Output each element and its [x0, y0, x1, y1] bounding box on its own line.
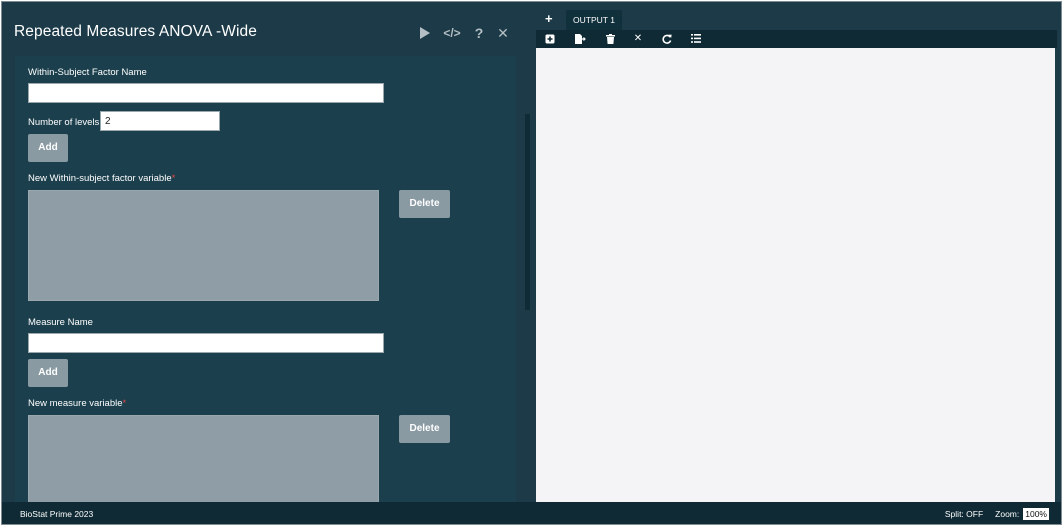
new-within-variable-label-text: New Within-subject factor variable [28, 173, 172, 184]
status-right: Split: OFF Zoom: 100% [945, 507, 1049, 521]
within-subject-factor-input[interactable] [28, 83, 384, 103]
delete-within-variable-button[interactable]: Delete [399, 190, 450, 218]
levels-label: Number of levels [28, 117, 100, 128]
add-tab-button[interactable]: + [545, 11, 553, 26]
delete-measure-variable-button[interactable]: Delete [399, 415, 450, 443]
tab-output-1[interactable]: OUTPUT 1 [566, 10, 622, 30]
panel-splitter[interactable] [525, 114, 530, 310]
status-bar: BioStat Prime 2023 Split: OFF Zoom: 100% [2, 502, 1061, 524]
app-name: BioStat Prime 2023 [20, 509, 94, 519]
new-within-variable-label: New Within-subject factor variable* [28, 173, 175, 184]
within-subject-factor-label: Within-Subject Factor Name [28, 67, 147, 78]
levels-input[interactable] [100, 111, 220, 131]
zoom-label: Zoom: [995, 509, 1020, 519]
output-canvas [536, 48, 1055, 502]
within-variable-list[interactable] [28, 190, 379, 301]
output-panel: + OUTPUT 1 ✕ [536, 8, 1057, 502]
measure-name-input[interactable] [28, 333, 384, 353]
code-icon[interactable]: </> [442, 24, 462, 42]
list-icon[interactable] [689, 31, 703, 46]
close-icon[interactable]: ✕ [631, 31, 645, 46]
help-icon[interactable]: ? [471, 24, 487, 42]
dialog-title: Repeated Measures ANOVA -Wide [14, 23, 257, 40]
new-measure-variable-label: New measure variable* [28, 398, 126, 409]
close-icon[interactable]: ✕ [495, 24, 511, 42]
add-measure-button[interactable]: Add [28, 359, 68, 387]
required-mark: * [122, 398, 127, 409]
required-mark: * [171, 173, 176, 184]
export-icon[interactable] [573, 31, 587, 46]
run-icon[interactable] [417, 24, 433, 42]
new-measure-variable-label-text: New measure variable [28, 398, 123, 409]
add-factor-button[interactable]: Add [28, 134, 68, 162]
output-tabs: + OUTPUT 1 [536, 8, 1057, 30]
dialog-panel: Repeated Measures ANOVA -Wide </> ? ✕ Wi… [2, 2, 530, 502]
add-box-icon[interactable] [543, 31, 557, 46]
dialog-body: Within-Subject Factor Name Number of lev… [15, 56, 516, 502]
measure-name-label: Measure Name [28, 317, 93, 328]
split-status[interactable]: Split: OFF [945, 509, 983, 519]
dialog-header: Repeated Measures ANOVA -Wide </> ? ✕ [2, 2, 530, 56]
refresh-icon[interactable] [660, 31, 674, 46]
measure-variable-list[interactable] [28, 415, 379, 502]
output-toolbar: ✕ [536, 30, 1057, 48]
app-window: Repeated Measures ANOVA -Wide </> ? ✕ Wi… [1, 1, 1062, 525]
zoom-value[interactable]: 100% [1023, 508, 1049, 520]
trash-icon[interactable] [603, 31, 617, 46]
